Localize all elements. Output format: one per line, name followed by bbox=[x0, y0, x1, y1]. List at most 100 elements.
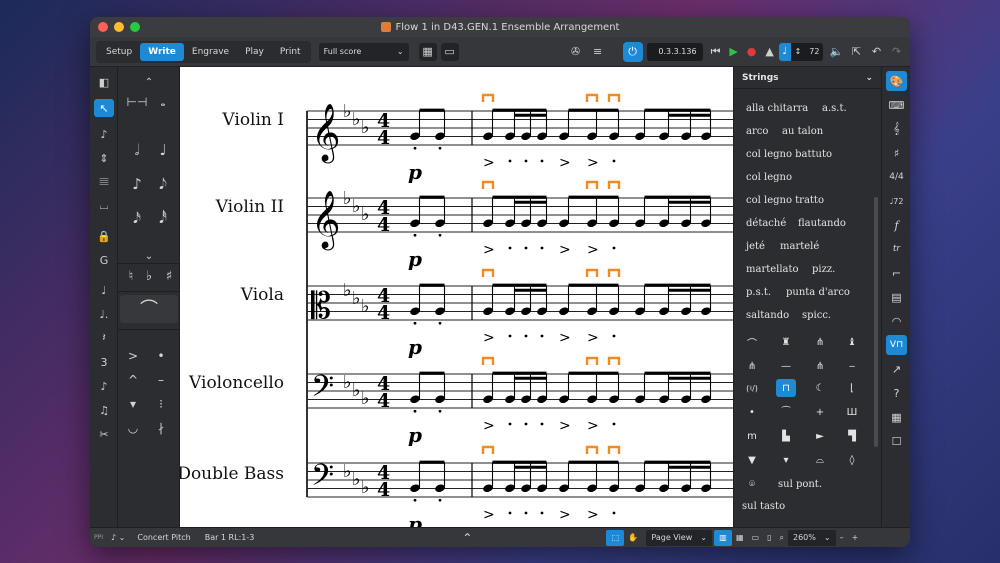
ornaments-icon[interactable]: tr bbox=[886, 239, 907, 259]
minimize-window-button[interactable] bbox=[114, 22, 124, 32]
comments-icon[interactable]: ☐ bbox=[886, 431, 907, 451]
marquee-tool-icon[interactable]: ⬚ bbox=[606, 529, 625, 546]
playing-techniques-icon[interactable]: V⊓ bbox=[886, 335, 907, 355]
sharp-icon[interactable]: ♯ bbox=[158, 265, 180, 287]
arrow-up-icon[interactable]: ⋔ bbox=[810, 357, 830, 375]
panel-header[interactable]: Strings ⌄ bbox=[734, 67, 881, 89]
technique-item[interactable]: punta d'arco bbox=[786, 287, 850, 298]
zoom-window-button[interactable] bbox=[130, 22, 140, 32]
window-layout-icon[interactable]: ▭ bbox=[440, 42, 459, 61]
hook-icon[interactable]: ⌊ bbox=[842, 379, 862, 397]
staccatissimo-icon[interactable]: ▾ bbox=[122, 393, 144, 415]
layout-select[interactable]: Full score ⌄ bbox=[318, 42, 409, 61]
quarter-note-icon[interactable]: ♩ bbox=[152, 139, 174, 161]
bar-rest-icon[interactable]: ⊢⊣ bbox=[126, 91, 148, 113]
tempo-icon[interactable]: ♩72 bbox=[886, 191, 907, 211]
repeat-icon[interactable]: ⌐ bbox=[886, 263, 907, 283]
zoom-icon[interactable]: ⌕ bbox=[776, 530, 788, 546]
lines-icon[interactable]: ↗ bbox=[886, 359, 907, 379]
note-value-icon[interactable]: ♪ ⌄ bbox=[107, 530, 129, 546]
chord-icon[interactable]: ♩ bbox=[94, 281, 114, 299]
trident-icon[interactable]: Ш bbox=[842, 403, 862, 421]
down-bow-icon[interactable]: ⊓ bbox=[776, 379, 796, 397]
whole-note-icon[interactable]: 𝅝 bbox=[152, 91, 174, 113]
technique-item[interactable]: jeté bbox=[746, 241, 765, 252]
technique-item[interactable]: p.s.t. bbox=[746, 287, 771, 298]
drop-icon[interactable]: ◊ bbox=[842, 451, 862, 469]
chord-symbols-icon[interactable]: ▦ bbox=[886, 407, 907, 427]
technique-item[interactable]: alla chitarra bbox=[746, 103, 808, 114]
square-icon[interactable]: ▜ bbox=[842, 427, 862, 445]
fermata-icon[interactable]: ◡ bbox=[122, 417, 144, 439]
sixteenth-note-icon[interactable]: 𝅘𝅥𝅯 bbox=[126, 207, 148, 229]
wide-arc-icon[interactable]: ⁀ bbox=[776, 403, 796, 421]
activate-audio-button[interactable]: ⏻ bbox=[622, 41, 643, 62]
bars-icon[interactable]: ▤ bbox=[886, 287, 907, 307]
tenuto-icon[interactable]: – bbox=[150, 369, 172, 391]
zoom-out-icon[interactable]: – bbox=[836, 530, 848, 546]
key-signature-icon[interactable]: ♯ bbox=[886, 143, 907, 163]
technique-item[interactable]: col legno tratto bbox=[746, 195, 824, 206]
staccato-icon[interactable]: • bbox=[150, 345, 172, 367]
play-icon[interactable]: ▶ bbox=[725, 43, 743, 61]
panel-toggle-icon[interactable]: ◧ bbox=[94, 73, 114, 91]
tremolo-icon[interactable]: 𝄙 bbox=[94, 173, 114, 191]
vibrato-icon[interactable]: (♮/) bbox=[742, 379, 762, 397]
undo-icon[interactable]: ↶ bbox=[867, 43, 885, 61]
grid-view-icon[interactable]: ▦ bbox=[732, 530, 748, 546]
concert-pitch-toggle[interactable]: Concert Pitch bbox=[133, 530, 194, 546]
technique-item[interactable]: flautando bbox=[798, 218, 846, 229]
note-input-icon[interactable]: ♪ bbox=[94, 125, 114, 143]
half-note-icon[interactable]: 𝅗𝅥 bbox=[126, 139, 148, 161]
slur-button[interactable]: ⌒ bbox=[120, 295, 178, 323]
export-icon[interactable]: ⇱ bbox=[847, 43, 865, 61]
insert-icon[interactable]: ⇕ bbox=[94, 149, 114, 167]
accent-icon[interactable]: > bbox=[122, 345, 144, 367]
technique-item[interactable]: au talon bbox=[782, 126, 823, 137]
thin-wedge-icon[interactable]: ▾ bbox=[776, 451, 796, 469]
video-icon[interactable]: ✇ bbox=[567, 43, 585, 61]
heel-icon[interactable]: ▙ bbox=[776, 427, 796, 445]
tuplet-icon[interactable]: 3 bbox=[94, 353, 114, 371]
arch-icon[interactable]: ⌓ bbox=[810, 451, 830, 469]
record-icon[interactable]: ● bbox=[743, 43, 761, 61]
mode-setup[interactable]: Setup bbox=[98, 43, 140, 61]
scissors-icon[interactable]: ✂ bbox=[94, 425, 114, 443]
marcato-icon[interactable]: ^ bbox=[122, 369, 144, 391]
select-tool-icon[interactable]: ↖ bbox=[94, 99, 114, 117]
score-canvas[interactable]: Violin I Violin II Viola Violoncello Dou… bbox=[180, 67, 733, 527]
bow-down-alt-icon[interactable]: ♝ bbox=[842, 333, 862, 351]
metronome-icon[interactable]: ▲ bbox=[761, 43, 779, 61]
dot-icon[interactable]: • bbox=[742, 403, 762, 421]
ear-icon[interactable]: ? bbox=[886, 383, 907, 403]
caesura-icon[interactable]: ∤ bbox=[150, 417, 172, 439]
lock-icon[interactable]: 🔒 bbox=[94, 227, 114, 245]
mode-engrave[interactable]: Engrave bbox=[184, 43, 237, 61]
technique-sul-pont[interactable]: sul pont. bbox=[778, 479, 822, 490]
thirty-second-note-icon[interactable]: 𝅘𝅥𝅰 bbox=[152, 207, 174, 229]
wedge-icon[interactable]: ▼ bbox=[742, 451, 762, 469]
chevron-up-icon[interactable]: ⌃ bbox=[138, 71, 160, 93]
fingernail-icon[interactable]: ‒ bbox=[842, 357, 862, 375]
spread-view-icon[interactable]: ▥ bbox=[713, 529, 732, 546]
technique-item[interactable]: martellato bbox=[746, 264, 799, 275]
close-window-button[interactable] bbox=[98, 22, 108, 32]
plus-icon[interactable]: + bbox=[810, 403, 830, 421]
rewind-icon[interactable]: ⏮ bbox=[707, 43, 725, 61]
pin-icon[interactable]: ⌾ bbox=[742, 475, 762, 493]
panel-scrollbar[interactable] bbox=[874, 197, 878, 447]
grace-note-icon[interactable]: G bbox=[94, 251, 114, 269]
tenuto-bow-icon[interactable]: — bbox=[776, 357, 796, 375]
eighth-note-alt-icon[interactable]: 𝅘𝅥𝅮 bbox=[152, 173, 174, 195]
technique-sul-tasto[interactable]: sul tasto bbox=[742, 501, 785, 512]
speaker-icon[interactable]: 🔈 bbox=[827, 43, 845, 61]
view-select[interactable]: Page View ⌄ bbox=[646, 529, 712, 546]
score-notation[interactable]: 𝄞 ♭ ♭ ♭ 44> > >p𝄞 ♭ ♭ ♭ 44> > >p𝄡 ♭ ♭ ♭ 44> > >p𝄢 ♭ ♭ ♭44> > >p… bbox=[180, 67, 733, 527]
mode-print[interactable]: Print bbox=[272, 43, 309, 61]
time-signature-icon[interactable]: 4/4 bbox=[886, 167, 907, 187]
mixer-icon[interactable]: ≡ bbox=[589, 43, 607, 61]
galley-view-icon[interactable]: ▦ bbox=[418, 42, 437, 61]
holds-icon[interactable]: ◠ bbox=[886, 311, 907, 331]
mode-play[interactable]: Play bbox=[237, 43, 272, 61]
clef-icon[interactable]: 𝄞 bbox=[886, 119, 907, 139]
